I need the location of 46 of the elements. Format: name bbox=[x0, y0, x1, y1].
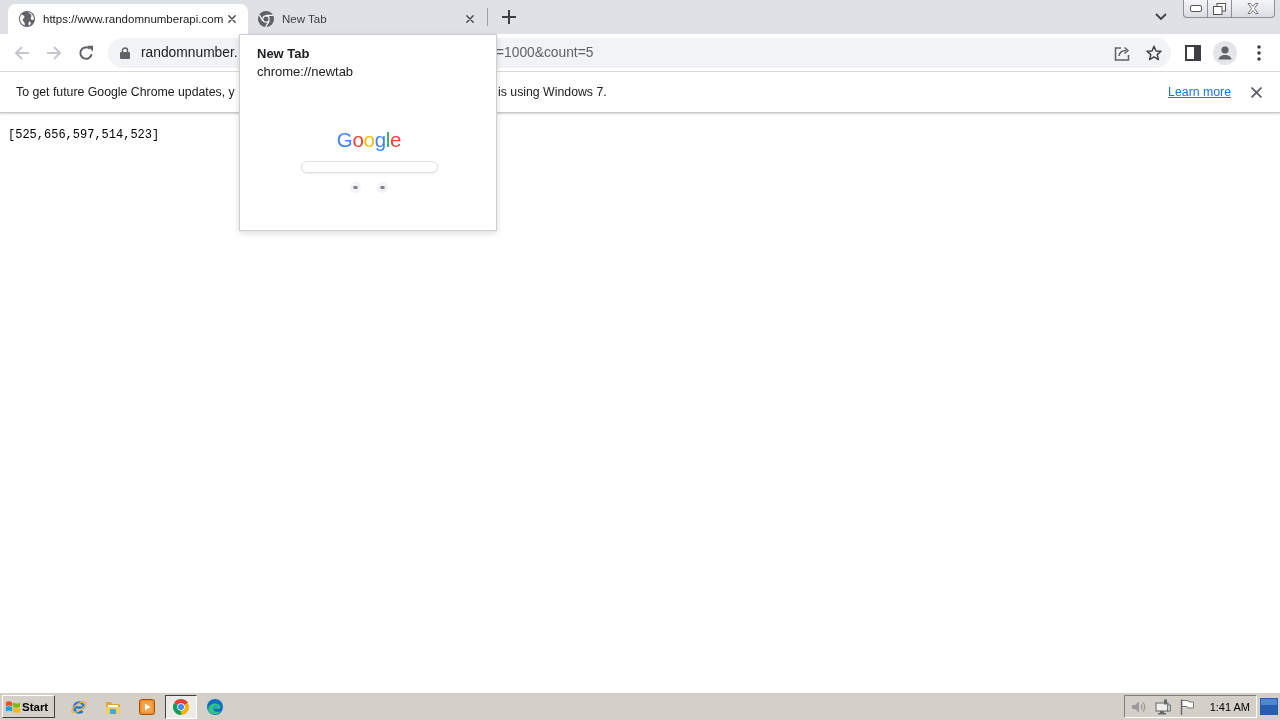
url-text: randomnumber. bbox=[141, 43, 238, 62]
shortcut-icon bbox=[350, 182, 361, 193]
learn-more-link[interactable]: Learn more bbox=[1168, 84, 1231, 100]
close-button[interactable] bbox=[1232, 0, 1275, 18]
shortcut-icon bbox=[377, 182, 388, 193]
clock: 1:41 AM bbox=[1209, 699, 1250, 714]
chevron-down-icon bbox=[1155, 13, 1167, 21]
play-icon bbox=[139, 698, 155, 715]
browser-tab[interactable]: New Tab bbox=[248, 4, 487, 34]
logo-text: Google bbox=[336, 128, 402, 152]
minimize-icon bbox=[1189, 5, 1202, 12]
side-panel-icon bbox=[1185, 44, 1201, 61]
close-icon bbox=[466, 15, 474, 23]
restore-icon bbox=[1213, 2, 1226, 15]
browser-tab[interactable]: https://www.randomnumberapi.com bbox=[8, 4, 248, 34]
info-message: To get future Google Chrome updates, y bbox=[16, 84, 235, 100]
windows-flag-icon bbox=[5, 699, 21, 714]
hover-card-title: New Tab bbox=[257, 46, 310, 62]
star-icon bbox=[1146, 44, 1162, 61]
swirl-icon bbox=[207, 698, 223, 715]
right-arrow-icon bbox=[46, 44, 62, 61]
globe-icon bbox=[19, 11, 35, 27]
tab-title: https://www.randomnumberapi.com bbox=[43, 12, 224, 26]
tab-title: New Tab bbox=[282, 12, 328, 26]
start-button[interactable]: Start bbox=[2, 695, 55, 718]
minimize-button[interactable] bbox=[1183, 0, 1208, 18]
close-icon bbox=[228, 15, 236, 23]
speaker-icon bbox=[1130, 699, 1147, 714]
circle-logo-icon bbox=[258, 11, 274, 27]
close-icon bbox=[1250, 86, 1262, 98]
refresh-icon bbox=[78, 44, 94, 61]
avatar-icon[interactable] bbox=[1213, 40, 1237, 65]
plus-icon bbox=[502, 10, 516, 24]
url-text: =1000&count=5 bbox=[496, 43, 594, 62]
info-message: is using Windows 7. bbox=[498, 84, 607, 100]
page-text: [525,656,597,514,523] bbox=[8, 127, 160, 143]
menu-icon bbox=[1257, 44, 1261, 61]
taskbar-button[interactable] bbox=[165, 694, 197, 719]
flag-icon bbox=[1179, 698, 1194, 715]
monitor-icon bbox=[1154, 698, 1171, 715]
left-arrow-icon bbox=[14, 44, 30, 61]
lock-icon bbox=[120, 46, 130, 59]
circle-logo-icon bbox=[173, 698, 189, 715]
share-icon bbox=[1114, 44, 1130, 61]
close-icon bbox=[1247, 3, 1259, 14]
restore-button[interactable] bbox=[1208, 0, 1232, 18]
